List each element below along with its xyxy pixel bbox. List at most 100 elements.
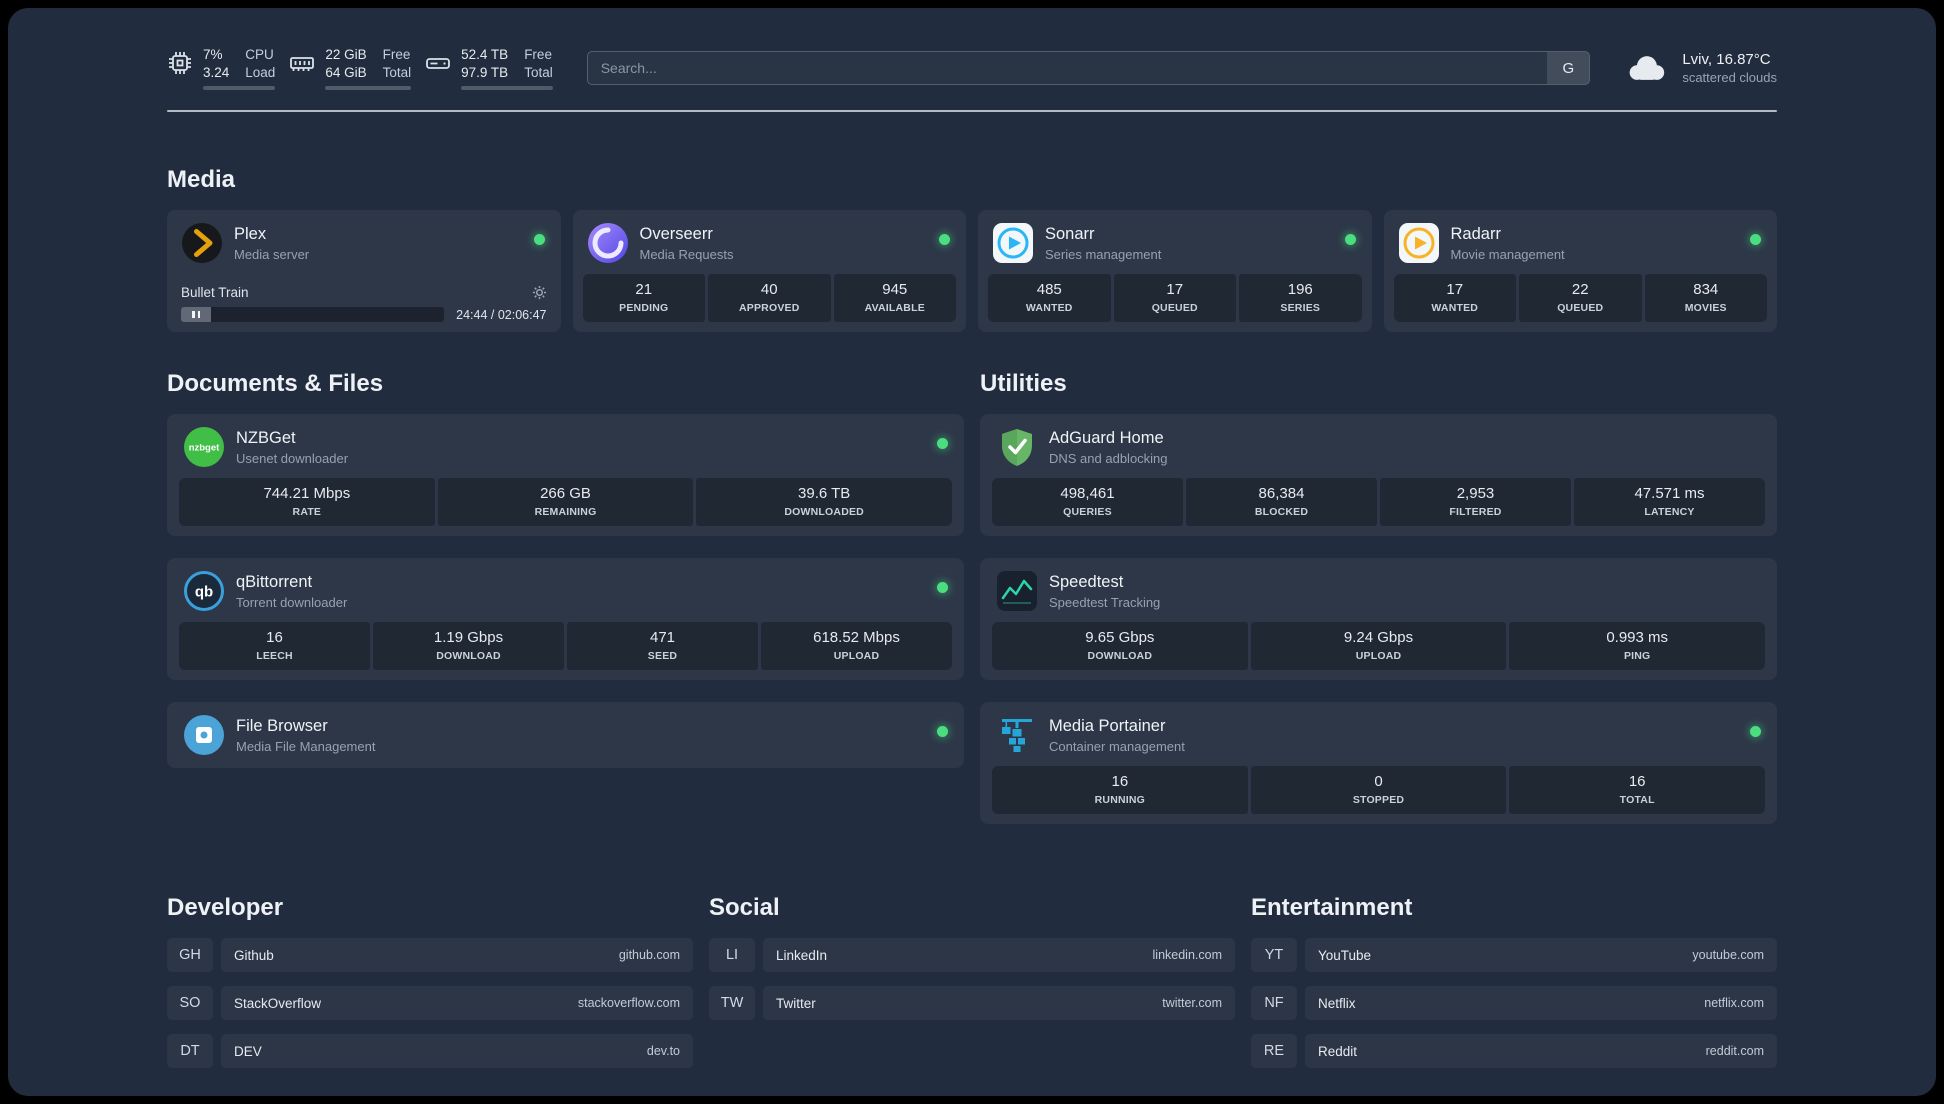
stat-leech: 16 LEECH [179, 622, 370, 671]
memory-widget: 22 GiB 64 GiB Free Total [289, 46, 412, 91]
stat-downloaded: 39.6 TB DOWNLOADED [696, 478, 953, 527]
bookmark-group-developer: Developer GH Github github.com SO StackO… [167, 894, 693, 1082]
stat-series: 196 SERIES [1239, 274, 1362, 323]
cpu-load: 3.24 [203, 65, 230, 81]
bookmark-abbr: SO [167, 986, 213, 1021]
bookmark-twitter[interactable]: TW Twitter twitter.com [709, 986, 1235, 1021]
disk-label-2: Total [524, 65, 553, 81]
bookmark-domain: youtube.com [1692, 948, 1764, 963]
bookmark-name: StackOverflow [234, 995, 322, 1011]
app-subtitle: Container management [1049, 738, 1185, 754]
cloud-icon [1622, 48, 1670, 88]
pause-button[interactable] [181, 307, 211, 323]
service-link-qbittorrent[interactable]: qb qBittorrent Torrent downloader [179, 568, 952, 614]
bookmark-domain: dev.to [646, 1044, 680, 1059]
service-link-filebrowser[interactable]: File Browser Media File Management [179, 712, 952, 758]
developer-section-title: Developer [167, 894, 284, 922]
card-overseerr: Overseerr Media Requests 21 PENDING 40 A… [572, 210, 966, 333]
stat-rate: 744.21 Mbps RATE [179, 478, 435, 527]
card-radarr: Radarr Movie management 17 WANTED 22 QUE… [1383, 210, 1777, 333]
card-plex: Plex Media server Bullet Train 24:44 / 0… [167, 210, 561, 333]
weather-condition: scattered clouds [1682, 70, 1777, 86]
stat-total: 16 TOTAL [1509, 766, 1766, 815]
service-link-speedtest[interactable]: Speedtest Speedtest Tracking [992, 568, 1765, 614]
bookmark-dev[interactable]: DT DEV dev.to [167, 1034, 693, 1069]
bookmark-stackoverflow[interactable]: SO StackOverflow stackoverflow.com [167, 986, 693, 1021]
bookmark-linkedin[interactable]: LI LinkedIn linkedin.com [709, 938, 1235, 973]
bookmark-netflix[interactable]: NF Netflix netflix.com [1251, 986, 1777, 1021]
bookmark-name: DEV [234, 1043, 262, 1059]
social-section-title: Social [709, 894, 780, 922]
bookmark-group-entertainment: Entertainment YT YouTube youtube.com NF … [1251, 894, 1777, 1082]
nzbget-icon: nzbget [183, 426, 225, 468]
app-title: Overseerr [639, 224, 713, 243]
now-playing-title: Bullet Train [181, 285, 249, 301]
card-adguard: AdGuard Home DNS and adblocking 498,461 … [980, 414, 1777, 537]
bookmark-github[interactable]: GH Github github.com [167, 938, 693, 973]
qbittorrent-icon: qb [183, 570, 225, 612]
service-link-nzbget[interactable]: nzbget NZBGet Usenet downloader [179, 424, 952, 470]
settings-gear-icon[interactable] [532, 285, 547, 300]
search-bar: G [586, 51, 1591, 86]
stat-movies: 834 MOVIES [1644, 274, 1767, 323]
utilities-section-title: Utilities [980, 370, 1067, 398]
stat-upload: 618.52 Mbps UPLOAD [761, 622, 952, 671]
search-provider-button[interactable]: G [1547, 52, 1590, 85]
memory-label-1: Free [382, 47, 411, 62]
app-title: NZBGet [236, 428, 296, 447]
service-link-portainer[interactable]: Media Portainer Container management [992, 712, 1765, 758]
app-subtitle: Media File Management [236, 738, 376, 754]
bookmark-domain: twitter.com [1162, 996, 1222, 1011]
card-portainer: Media Portainer Container management 16 … [980, 702, 1777, 825]
disk-total: 97.9 TB [461, 65, 509, 81]
app-subtitle: Series management [1045, 246, 1162, 262]
bookmark-abbr: TW [709, 986, 755, 1021]
service-link-overseerr[interactable]: Overseerr Media Requests [583, 220, 957, 266]
stat-wanted: 17 WANTED [1393, 274, 1516, 323]
search-input[interactable] [586, 51, 1591, 86]
section-media: Media Plex Media server Bullet Train 24:… [167, 166, 1777, 333]
entertainment-section-title: Entertainment [1251, 894, 1413, 922]
memory-total: 64 GiB [325, 65, 367, 81]
service-link-adguard[interactable]: AdGuard Home DNS and adblocking [992, 424, 1765, 470]
bookmark-name: Twitter [776, 995, 816, 1011]
status-indicator [533, 234, 545, 246]
stat-ping: 0.993 ms PING [1509, 622, 1766, 671]
bookmark-abbr: GH [167, 938, 213, 973]
bookmark-abbr: YT [1251, 938, 1297, 973]
cpu-progress-bar [203, 86, 276, 91]
speedtest-icon [996, 570, 1038, 612]
resource-widgets: 7% 3.24 CPU Load 22 GiB 64 GiB Free Tota… [167, 46, 553, 91]
app-title: Radarr [1450, 224, 1501, 243]
card-qbittorrent: qb qBittorrent Torrent downloader 16 LEE… [167, 558, 964, 681]
plex-now-playing: Bullet Train 24:44 / 02:06:47 [177, 285, 551, 323]
section-documents: Documents & Files nzbget NZBGet Usenet d [167, 370, 964, 824]
stat-download: 1.19 Gbps DOWNLOAD [373, 622, 564, 671]
stat-blocked: 86,384 BLOCKED [1186, 478, 1377, 527]
stat-wanted: 485 WANTED [988, 274, 1111, 323]
cpu-label-2: Load [245, 65, 276, 81]
playback-progress-bar[interactable] [211, 307, 445, 323]
app-title: qBittorrent [236, 572, 313, 591]
app-subtitle: Speedtest Tracking [1049, 594, 1161, 610]
bookmark-youtube[interactable]: YT YouTube youtube.com [1251, 938, 1777, 973]
stat-queued: 22 QUEUED [1519, 274, 1642, 323]
disk-icon [425, 50, 451, 76]
bookmark-domain: linkedin.com [1152, 948, 1222, 963]
bookmark-group-social: Social LI LinkedIn linkedin.com TW Twitt… [709, 894, 1235, 1082]
cpu-widget: 7% 3.24 CPU Load [167, 46, 276, 91]
service-link-sonarr[interactable]: Sonarr Series management [988, 220, 1362, 266]
service-link-plex[interactable]: Plex Media server [177, 220, 551, 266]
stat-stopped: 0 STOPPED [1250, 766, 1507, 815]
sonarr-icon [992, 222, 1034, 264]
bookmark-name: YouTube [1318, 947, 1372, 963]
disk-label-1: Free [524, 47, 552, 62]
topbar-divider [167, 110, 1777, 113]
bookmark-abbr: DT [167, 1034, 213, 1069]
card-sonarr: Sonarr Series management 485 WANTED 17 Q… [978, 210, 1372, 333]
filebrowser-icon [183, 714, 225, 756]
service-link-radarr[interactable]: Radarr Movie management [1394, 220, 1768, 266]
disk-free: 52.4 TB [461, 47, 509, 62]
app-title: File Browser [236, 716, 328, 735]
bookmark-reddit[interactable]: RE Reddit reddit.com [1251, 1034, 1777, 1069]
